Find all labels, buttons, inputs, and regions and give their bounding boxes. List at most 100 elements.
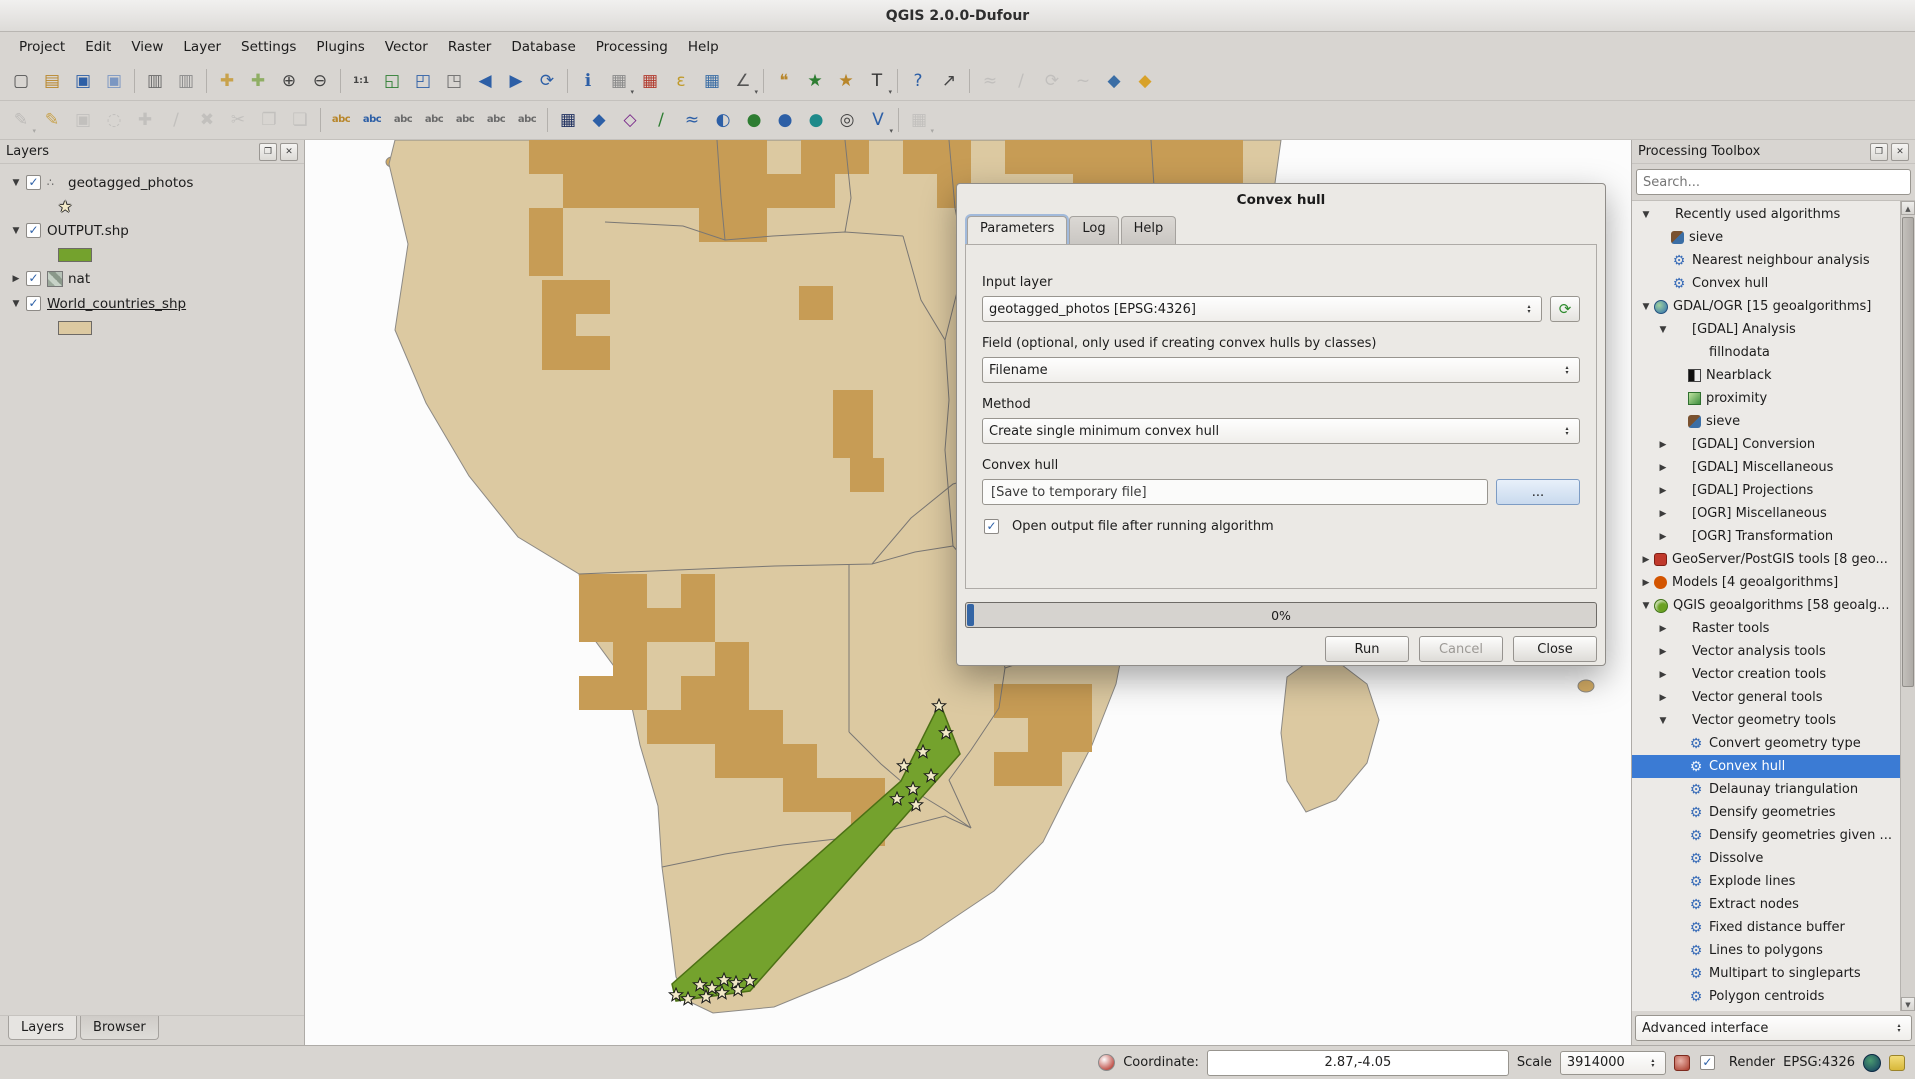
text-annotation-button[interactable]: T▾ (862, 66, 892, 96)
toolbox-item[interactable]: ▶GeoServer/PostGIS tools [8 geo... (1632, 548, 1900, 571)
expand-arrow-icon[interactable]: ▶ (1655, 670, 1671, 680)
float-panel-icon[interactable]: ❐ (1870, 143, 1888, 161)
scroll-down-icon[interactable]: ▼ (1901, 997, 1915, 1011)
help-contents-button[interactable]: ? (903, 66, 933, 96)
toolbox-item[interactable]: Nearblack (1632, 364, 1900, 387)
close-panel-icon[interactable]: ✕ (280, 143, 298, 161)
toolbox-item[interactable]: Multipart to singleparts (1632, 962, 1900, 985)
collapse-arrow-icon[interactable]: ▼ (8, 299, 24, 309)
expand-arrow-icon[interactable]: ▶ (1638, 555, 1654, 565)
toolbox-item[interactable]: ▼GDAL/OGR [15 geoalgorithms] (1632, 295, 1900, 318)
gps-tool-button[interactable]: ◎ (832, 105, 862, 135)
label-toolbar-2-button[interactable]: abc (357, 105, 387, 135)
layer-item[interactable]: ▶✓nat (0, 266, 304, 291)
plugin-installer-button[interactable]: ◆ (1130, 66, 1160, 96)
toolbox-item[interactable]: proximity (1632, 387, 1900, 410)
expand-arrow-icon[interactable]: ▶ (1655, 532, 1671, 542)
composer-manager-button[interactable]: ▥ (171, 66, 201, 96)
menu-plugins[interactable]: Plugins (307, 35, 373, 59)
web-globe-3-button[interactable]: ● (801, 105, 831, 135)
layer-visibility-checkbox[interactable]: ✓ (26, 223, 41, 238)
select-by-expression-button[interactable]: ε (666, 66, 696, 96)
menu-settings[interactable]: Settings (232, 35, 305, 59)
zoom-in-button[interactable]: ⊕ (274, 66, 304, 96)
toolbox-scrollbar[interactable]: ▲ ▼ (1900, 201, 1915, 1011)
refresh-map-button[interactable]: ⟳ (532, 66, 562, 96)
menu-help[interactable]: Help (679, 35, 728, 59)
open-project-button[interactable]: ▤ (37, 66, 67, 96)
layer-item[interactable]: ▼✓∴geotagged_photos (0, 170, 304, 195)
toolbox-item[interactable]: Delaunay triangulation (1632, 778, 1900, 801)
toggle-editing-button[interactable]: ✎ (37, 105, 67, 135)
expand-arrow-icon[interactable]: ▶ (1655, 647, 1671, 657)
output-file-input[interactable]: [Save to temporary file] (982, 479, 1488, 505)
tab-log[interactable]: Log (1069, 216, 1118, 245)
toolbox-item[interactable]: Densify geometries given ... (1632, 824, 1900, 847)
toolbox-item[interactable]: sieve (1632, 226, 1900, 249)
vector-geometry-tool-button[interactable]: ◇ (615, 105, 645, 135)
scroll-up-icon[interactable]: ▲ (1901, 201, 1915, 215)
toolbox-item[interactable]: ▶Raster tools (1632, 617, 1900, 640)
toolbox-item[interactable]: Polygonize (1632, 1008, 1900, 1011)
tab-help[interactable]: Help (1121, 216, 1177, 245)
toolbox-item[interactable]: Convert geometry type (1632, 732, 1900, 755)
tab-browser[interactable]: Browser (80, 1016, 159, 1040)
layer-visibility-checkbox[interactable]: ✓ (26, 175, 41, 190)
pan-map-button[interactable]: ✚ (212, 66, 242, 96)
interface-mode-combo[interactable]: Advanced interface ▴▾ (1635, 1015, 1912, 1041)
expand-arrow-icon[interactable]: ▶ (1655, 624, 1671, 634)
menu-vector[interactable]: Vector (376, 35, 437, 59)
scale-combo[interactable]: 3914000 ▴▾ (1560, 1051, 1666, 1075)
iterate-layer-button[interactable]: ⟳ (1550, 296, 1580, 322)
toolbox-item[interactable]: ▼Vector geometry tools (1632, 709, 1900, 732)
expand-arrow-icon[interactable]: ▶ (8, 274, 24, 284)
close-panel-icon[interactable]: ✕ (1891, 143, 1909, 161)
toolbox-item[interactable]: Polygon centroids (1632, 985, 1900, 1008)
offset-tool-button[interactable]: ≈ (677, 105, 707, 135)
collapse-arrow-icon[interactable]: ▼ (1638, 210, 1654, 220)
input-layer-combo[interactable]: geotagged_photos [EPSG:4326] ▴▾ (982, 296, 1542, 322)
menu-database[interactable]: Database (502, 35, 584, 59)
toolbox-item[interactable]: Densify geometries (1632, 801, 1900, 824)
browse-output-button[interactable]: ... (1496, 479, 1580, 505)
label-toolbar-3-button[interactable]: abc (388, 105, 418, 135)
new-composer-button[interactable]: ▥ (140, 66, 170, 96)
new-bookmark-button[interactable]: ★ (800, 66, 830, 96)
toolbox-item[interactable]: ▶[OGR] Transformation (1632, 525, 1900, 548)
collapse-arrow-icon[interactable]: ▼ (1638, 601, 1654, 611)
web-globe-2-button[interactable]: ● (770, 105, 800, 135)
identify-features-button[interactable]: ℹ (573, 66, 603, 96)
toolbox-item[interactable]: Explode lines (1632, 870, 1900, 893)
collapse-arrow-icon[interactable]: ▼ (1655, 716, 1671, 726)
crs-status-icon[interactable] (1863, 1054, 1881, 1072)
vector-analysis-tool-button[interactable]: ◆ (584, 105, 614, 135)
zoom-native-button[interactable]: 1:1 (346, 66, 376, 96)
close-button[interactable]: Close (1513, 636, 1597, 662)
collapse-arrow-icon[interactable]: ▼ (8, 178, 24, 188)
label-settings-button[interactable]: abc (326, 105, 356, 135)
zoom-next-button[interactable]: ▶ (501, 66, 531, 96)
layer-item[interactable]: ▼✓World_countries_shp (0, 291, 304, 316)
tab-layers[interactable]: Layers (8, 1016, 77, 1040)
menu-view[interactable]: View (122, 35, 172, 59)
save-project-as-button[interactable]: ▣ (99, 66, 129, 96)
scrollbar-thumb[interactable] (1902, 217, 1914, 687)
pan-to-selection-button[interactable]: ✚ (243, 66, 273, 96)
collapse-arrow-icon[interactable]: ▼ (8, 226, 24, 236)
azimuth-tool-button[interactable]: ◐ (708, 105, 738, 135)
toolbox-item[interactable]: sieve (1632, 410, 1900, 433)
measure-button[interactable]: ∠▾ (728, 66, 758, 96)
menu-raster[interactable]: Raster (439, 35, 501, 59)
toolbox-item[interactable]: ▶[OGR] Miscellaneous (1632, 502, 1900, 525)
zoom-out-button[interactable]: ⊖ (305, 66, 335, 96)
coordinate-capture-icon[interactable] (1098, 1054, 1115, 1071)
toolbox-item[interactable]: Convex hull (1632, 272, 1900, 295)
toolbox-item[interactable]: Fixed distance buffer (1632, 916, 1900, 939)
zoom-last-button[interactable]: ◀ (470, 66, 500, 96)
layer-visibility-checkbox[interactable]: ✓ (26, 271, 41, 286)
python-console-button[interactable]: ◆ (1099, 66, 1129, 96)
expand-arrow-icon[interactable]: ▶ (1655, 440, 1671, 450)
toolbox-item[interactable]: ▼QGIS geoalgorithms [58 geoalg... (1632, 594, 1900, 617)
raster-checker-tool-button[interactable]: ▦ (553, 105, 583, 135)
toolbox-item[interactable]: ▶[GDAL] Conversion (1632, 433, 1900, 456)
